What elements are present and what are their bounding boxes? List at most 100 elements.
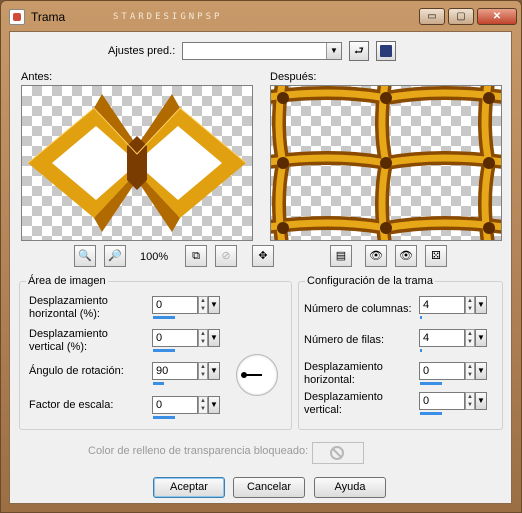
v-offset-dropdown[interactable]: ▼ — [208, 329, 220, 347]
rotation-label: Ángulo de rotación: — [29, 365, 124, 377]
scale-input[interactable]: 0 — [152, 396, 198, 414]
h-offset-label-line2: horizontal (%): — [29, 308, 100, 320]
rows-spinner[interactable]: 4 ▲ ▼ ▼ — [419, 329, 487, 352]
columns-updown[interactable]: ▲ ▼ — [465, 296, 475, 314]
close-button[interactable]: ✕ — [477, 8, 517, 25]
v-offset-spinner[interactable]: 0 ▲ ▼ ▼ — [152, 329, 220, 352]
after-preview-shape — [271, 86, 501, 240]
pattern-v-offset-dropdown[interactable]: ▼ — [475, 392, 487, 410]
v-offset-updown[interactable]: ▲ ▼ — [198, 329, 208, 347]
scale-label: Factor de escala: — [29, 399, 114, 411]
zoom-disabled-icon: ⊘ — [221, 250, 231, 262]
pattern-v-offset-input[interactable]: 0 — [419, 392, 465, 410]
pattern-h-offset-spinner[interactable]: 0 ▲ ▼ ▼ — [419, 362, 487, 385]
scale-updown[interactable]: ▲ ▼ — [198, 396, 208, 414]
fit-window-icon: ⧉ — [192, 250, 200, 262]
rows-dropdown[interactable]: ▼ — [475, 329, 487, 347]
before-label: Antes: — [21, 71, 53, 83]
transparency-label: Color de relleno de transparencia bloque… — [88, 445, 309, 457]
zoom-in-button[interactable]: 🔎 — [104, 245, 126, 267]
after-label: Después: — [270, 71, 317, 83]
pattern-config-title: Configuración de la trama — [305, 275, 435, 287]
v-offset-label-line2: vertical (%): — [29, 341, 88, 353]
v-offset-level-bar — [153, 349, 175, 352]
rows-level-bar — [420, 349, 422, 352]
rotation-dropdown[interactable]: ▼ — [208, 362, 220, 380]
no-color-icon — [330, 446, 344, 460]
move-icon: ✥ — [258, 250, 268, 262]
h-offset-dropdown[interactable]: ▼ — [208, 296, 220, 314]
pattern-h-offset-input[interactable]: 0 — [419, 362, 465, 380]
title-bar[interactable]: Trama STARDESIGNPSP ▭ ▢ ✕ — [1, 1, 521, 31]
return-arrow-icon: ⮐ — [354, 45, 364, 57]
columns-label: Número de columnas: — [304, 303, 412, 315]
dial-pivot — [241, 372, 247, 378]
pattern-v-offset-label-line2: vertical: — [304, 404, 342, 416]
h-offset-level-bar — [153, 316, 175, 319]
chevron-down-icon[interactable]: ▼ — [326, 43, 341, 59]
eye-lock-icon: 👁 — [369, 250, 383, 262]
pattern-v-offset-label-line1: Desplazamiento — [304, 391, 383, 403]
ok-button[interactable]: Aceptar — [153, 477, 225, 498]
maximize-button[interactable]: ▢ — [448, 8, 474, 25]
pattern-v-offset-updown[interactable]: ▲ ▼ — [465, 392, 475, 410]
pan-button[interactable]: ✥ — [252, 245, 274, 267]
rotation-input[interactable]: 90 — [152, 362, 198, 380]
before-preview[interactable] — [21, 85, 253, 241]
image-area-title: Área de imagen — [26, 275, 108, 287]
scale-spinner[interactable]: 0 ▲ ▼ ▼ — [152, 396, 220, 419]
zoom-out-icon: 🔍 — [78, 250, 92, 262]
reset-presets-button[interactable]: ⮐ — [349, 41, 369, 61]
scale-level-bar — [153, 416, 175, 419]
pattern-h-offset-label-line1: Desplazamiento — [304, 361, 383, 373]
columns-input[interactable]: 4 — [419, 296, 465, 314]
before-preview-shape — [27, 94, 247, 232]
h-offset-updown[interactable]: ▲ ▼ — [198, 296, 208, 314]
dice-icon: ⚄ — [431, 250, 441, 262]
pattern-v-offset-spinner[interactable]: 0 ▲ ▼ ▼ — [419, 392, 487, 415]
columns-spinner[interactable]: 4 ▲ ▼ ▼ — [419, 296, 487, 319]
rotation-spinner[interactable]: 90 ▲ ▼ ▼ — [152, 362, 220, 385]
window-title: Trama — [31, 10, 66, 24]
cancel-button[interactable]: Cancelar — [233, 477, 305, 498]
zoom-out-button[interactable]: 🔍 — [74, 245, 96, 267]
help-button[interactable]: Ayuda — [314, 477, 386, 498]
scale-dropdown[interactable]: ▼ — [208, 396, 220, 414]
watermark-text: STARDESIGNPSP — [113, 12, 223, 22]
auto-proof-button[interactable]: 👁 — [365, 245, 387, 267]
pattern-h-offset-label-line2: horizontal: — [304, 374, 355, 386]
rows-updown[interactable]: ▲ ▼ — [465, 329, 475, 347]
pattern-h-offset-level-bar — [420, 382, 442, 385]
pattern-h-offset-dropdown[interactable]: ▼ — [475, 362, 487, 380]
pattern-v-offset-level-bar — [420, 412, 442, 415]
rotation-dial[interactable] — [236, 354, 278, 396]
preview-on-image-button[interactable]: ▤ — [330, 245, 352, 267]
pattern-h-offset-updown[interactable]: ▲ ▼ — [465, 362, 475, 380]
columns-level-bar — [420, 316, 422, 319]
randomize-button[interactable]: ⚄ — [425, 245, 447, 267]
app-icon — [9, 9, 25, 25]
rows-label: Número de filas: — [304, 334, 385, 346]
v-offset-input[interactable]: 0 — [152, 329, 198, 347]
rows-input[interactable]: 4 — [419, 329, 465, 347]
after-preview[interactable] — [270, 85, 502, 241]
minimize-button[interactable]: ▭ — [419, 8, 445, 25]
save-preset-button[interactable] — [376, 41, 396, 61]
dialog-window: Trama STARDESIGNPSP ▭ ▢ ✕ Ajustes pred.:… — [0, 0, 522, 513]
fit-preview-button[interactable]: ⧉ — [185, 245, 207, 267]
h-offset-input[interactable]: 0 — [152, 296, 198, 314]
transparency-color-swatch — [312, 442, 364, 464]
presets-dropdown[interactable]: ▼ — [182, 42, 342, 60]
zoom-in-icon: 🔎 — [108, 250, 122, 262]
zoom-actual-button: ⊘ — [215, 245, 237, 267]
rotation-updown[interactable]: ▲ ▼ — [198, 362, 208, 380]
h-offset-spinner[interactable]: 0 ▲ ▼ ▼ — [152, 296, 220, 319]
presets-label: Ajustes pred.: — [108, 45, 176, 57]
proof-button[interactable]: 👁 — [395, 245, 417, 267]
v-offset-label-line1: Desplazamiento — [29, 328, 108, 340]
eye-icon: 👁 — [399, 250, 413, 262]
floppy-disk-icon — [380, 45, 392, 57]
layout-icon: ▤ — [335, 250, 347, 262]
columns-dropdown[interactable]: ▼ — [475, 296, 487, 314]
rotation-level-bar — [153, 382, 164, 385]
